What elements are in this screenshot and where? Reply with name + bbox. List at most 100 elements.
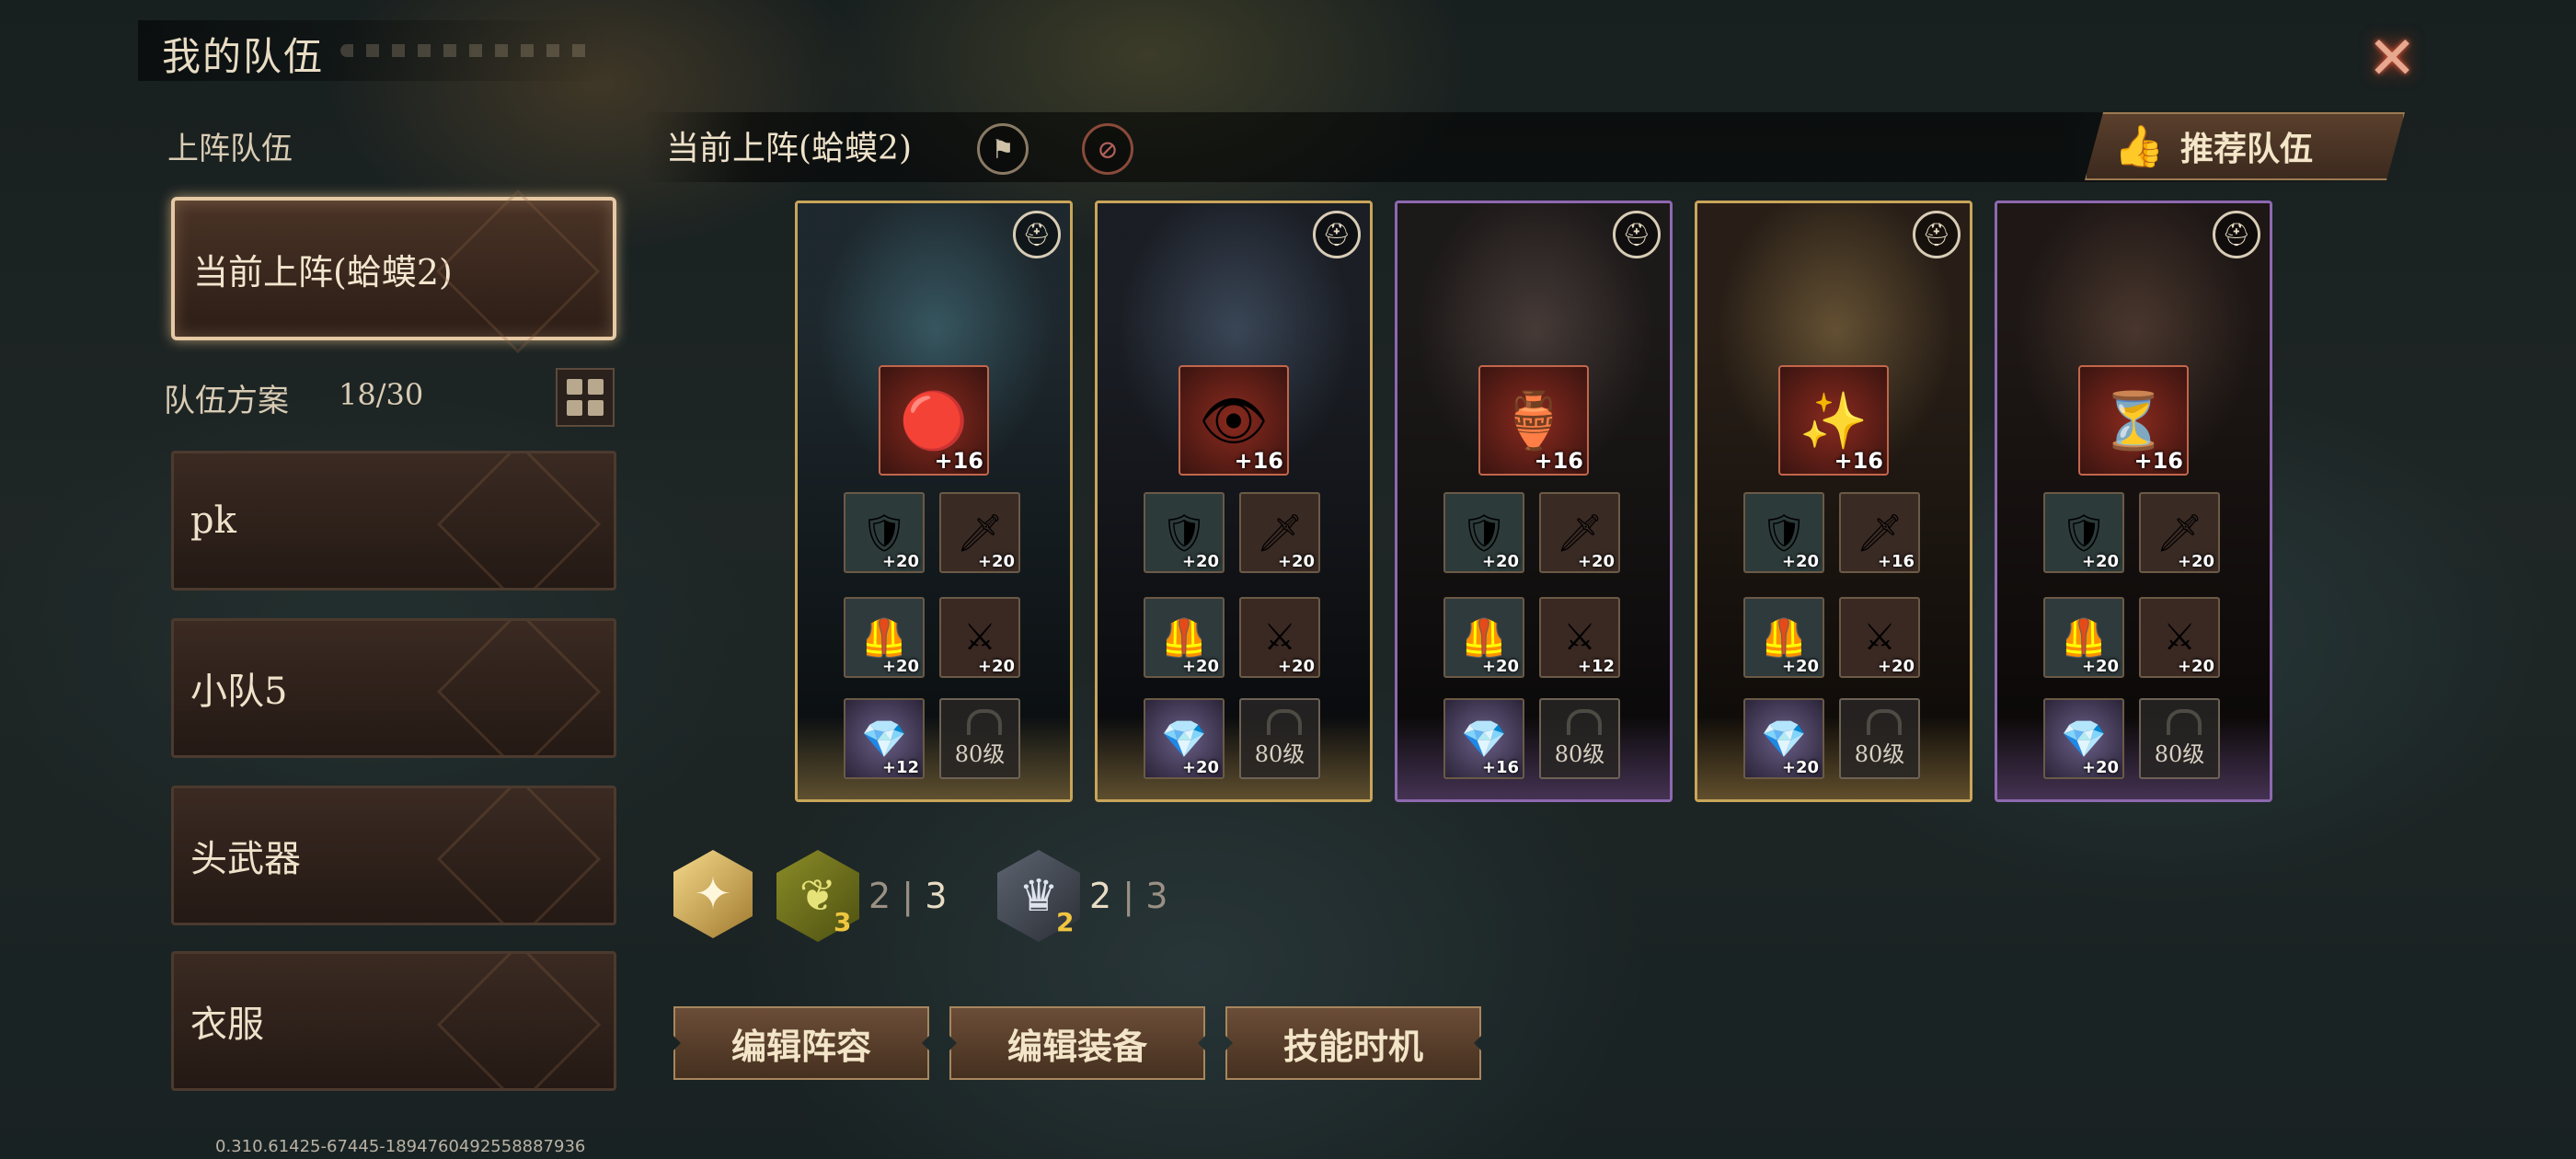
equipment-slot[interactable]: 🛡 +20	[1443, 492, 1524, 573]
rarity-glow	[1098, 717, 1370, 799]
main-item-level: +16	[934, 448, 983, 474]
main-artifact-slot[interactable]: ⏳ +16	[2078, 365, 2189, 476]
current-team-button[interactable]: 当前上阵(蛤蟆2)	[171, 189, 616, 354]
helmet-icon[interactable]: ⛑	[1613, 211, 1661, 258]
flag-icon-button[interactable]: ⚑	[977, 123, 1029, 175]
recommend-team-button[interactable]: 👍 推荐队伍	[2085, 112, 2405, 180]
grid-cell-icon	[567, 379, 582, 395]
gem-slot[interactable]: 💎 +16	[1443, 698, 1524, 779]
lock-level-label: 80级	[1854, 741, 1905, 767]
rarity-glow	[798, 717, 1070, 799]
equipment-icon: 🦺	[1461, 616, 1507, 660]
team-item-label: 头武器	[190, 838, 301, 880]
equipment-slot[interactable]: 🛡 +20	[1743, 492, 1824, 573]
equipment-level: +20	[1181, 552, 1219, 571]
helmet-icon[interactable]: ⛑	[1013, 211, 1061, 258]
helmet-icon[interactable]: ⛑	[2213, 211, 2260, 258]
portrait-shade	[1397, 203, 1670, 799]
equipment-slot[interactable]: 🦺 +20	[844, 597, 925, 678]
rarity-glow	[1697, 717, 1970, 799]
lock-level-label: 80级	[1254, 741, 1305, 767]
equipment-slot[interactable]: ⚔ +20	[2139, 597, 2220, 678]
team-item-head-weapon[interactable]: 头武器	[171, 786, 616, 925]
helmet-icon[interactable]: ⛑	[1913, 211, 1961, 258]
equipment-icon: 🦺	[1761, 616, 1807, 660]
equipment-slot[interactable]: 🗡 +20	[2139, 492, 2220, 573]
lineup-title: 当前上阵(蛤蟆2)	[666, 130, 912, 167]
equipment-level: +20	[1781, 657, 1819, 676]
plans-label: 队伍方案	[164, 383, 289, 419]
equipment-level: +20	[977, 552, 1015, 571]
edit-lineup-button[interactable]: 编辑阵容	[673, 1006, 929, 1080]
equipment-slot[interactable]: 🗡 +20	[1539, 492, 1620, 573]
close-button[interactable]: ✕	[2357, 24, 2427, 94]
main-artifact-slot[interactable]: ✨ +16	[1778, 365, 1889, 476]
equipment-slot[interactable]: 🛡 +20	[1144, 492, 1225, 573]
main-artifact-slot[interactable]: 👁 +16	[1179, 365, 1289, 476]
locked-slot: 80级	[1539, 698, 1620, 779]
grid-view-button[interactable]	[556, 368, 615, 427]
equipment-slot[interactable]: 🛡 +20	[844, 492, 925, 573]
title-ornament	[340, 44, 598, 57]
skill-timing-button[interactable]: 技能时机	[1225, 1006, 1481, 1080]
equipment-slot[interactable]: 🛡 +20	[2043, 492, 2124, 573]
recommend-label: 推荐队伍	[2180, 130, 2314, 168]
main-item-level: +16	[2133, 448, 2183, 474]
lock-icon	[1867, 709, 1902, 735]
team-item-label: 小队5	[190, 671, 288, 713]
helmet-icon[interactable]: ⛑	[1313, 211, 1361, 258]
gem-icon: 💎	[1761, 717, 1807, 761]
team-item-squad5[interactable]: 小队5	[171, 618, 616, 758]
hero-card[interactable]: ⛑ 👁 +16 🛡 +20 🗡 +20 🦺 +20 ⚔ +20 💎 +20 80级	[1095, 201, 1373, 802]
main-artifact-slot[interactable]: 🏺 +16	[1478, 365, 1589, 476]
gem-icon: 💎	[861, 717, 907, 761]
hero-card[interactable]: ⛑ ✨ +16 🛡 +20 🗡 +16 🦺 +20 ⚔ +20 💎 +20 80级	[1695, 201, 1972, 802]
locked-slot: 80级	[1839, 698, 1920, 779]
equipment-level: +20	[1181, 657, 1219, 676]
gem-level: +20	[1781, 758, 1819, 777]
disabled-icon-button[interactable]: ⊘	[1082, 123, 1133, 175]
gem-slot[interactable]: 💎 +20	[1743, 698, 1824, 779]
equipment-icon: 🛡	[1460, 511, 1508, 555]
gem-slot[interactable]: 💎 +20	[2043, 698, 2124, 779]
equipment-level: +16	[1877, 552, 1915, 571]
team-item-pk[interactable]: pk	[171, 451, 616, 591]
equipment-slot[interactable]: ⚔ +20	[1839, 597, 1920, 678]
main-artifact-slot[interactable]: 🔴 +16	[879, 365, 989, 476]
equipment-slot[interactable]: 🦺 +20	[1144, 597, 1225, 678]
lock-level-label: 80级	[2154, 741, 2205, 767]
equipment-slot[interactable]: 🦺 +20	[1443, 597, 1524, 678]
emblem-decoration	[436, 621, 602, 755]
equipment-level: +20	[2177, 657, 2214, 676]
gem-slot[interactable]: 💎 +20	[1144, 698, 1225, 779]
team-item-clothes[interactable]: 衣服	[171, 951, 616, 1091]
artifact-icon: ⏳	[2099, 388, 2168, 453]
page-title: 我的队伍	[162, 34, 325, 79]
no-entry-icon: ⊘	[1097, 133, 1119, 165]
gem-slot[interactable]: 💎 +12	[844, 698, 925, 779]
emblem-decoration	[435, 189, 601, 354]
current-team-label: 当前上阵(蛤蟆2)	[193, 251, 453, 293]
hero-card[interactable]: ⛑ 🔴 +16 🛡 +20 🗡 +20 🦺 +20 ⚔ +20 💎 +12 80级	[795, 201, 1073, 802]
synergy-1-sub: 3	[834, 907, 852, 937]
equipment-icon: 🦺	[2061, 616, 2107, 660]
close-x-icon: ✕	[2367, 25, 2417, 93]
equipment-slot[interactable]: 🗡 +20	[939, 492, 1020, 573]
hero-card[interactable]: ⛑ 🏺 +16 🛡 +20 🗡 +20 🦺 +20 ⚔ +12 💎 +16 80级	[1395, 201, 1673, 802]
flag-icon: ⚑	[991, 133, 1015, 165]
equipment-level: +12	[1577, 657, 1615, 676]
emblem-decoration	[436, 788, 602, 923]
edit-gear-button[interactable]: 编辑装备	[949, 1006, 1205, 1080]
lock-icon	[2167, 709, 2202, 735]
equipment-slot[interactable]: 🗡 +16	[1839, 492, 1920, 573]
team-item-label: 衣服	[190, 1004, 264, 1046]
equipment-slot[interactable]: 🗡 +20	[1239, 492, 1320, 573]
equipment-slot[interactable]: ⚔ +20	[1239, 597, 1320, 678]
equipment-slot[interactable]: ⚔ +20	[939, 597, 1020, 678]
gem-icon: 💎	[1461, 717, 1507, 761]
hero-card[interactable]: ⛑ ⏳ +16 🛡 +20 🗡 +20 🦺 +20 ⚔ +20 💎 +20 80级	[1995, 201, 2272, 802]
equipment-slot[interactable]: 🦺 +20	[1743, 597, 1824, 678]
equipment-level: +20	[1277, 552, 1315, 571]
equipment-slot[interactable]: 🦺 +20	[2043, 597, 2124, 678]
equipment-slot[interactable]: ⚔ +12	[1539, 597, 1620, 678]
